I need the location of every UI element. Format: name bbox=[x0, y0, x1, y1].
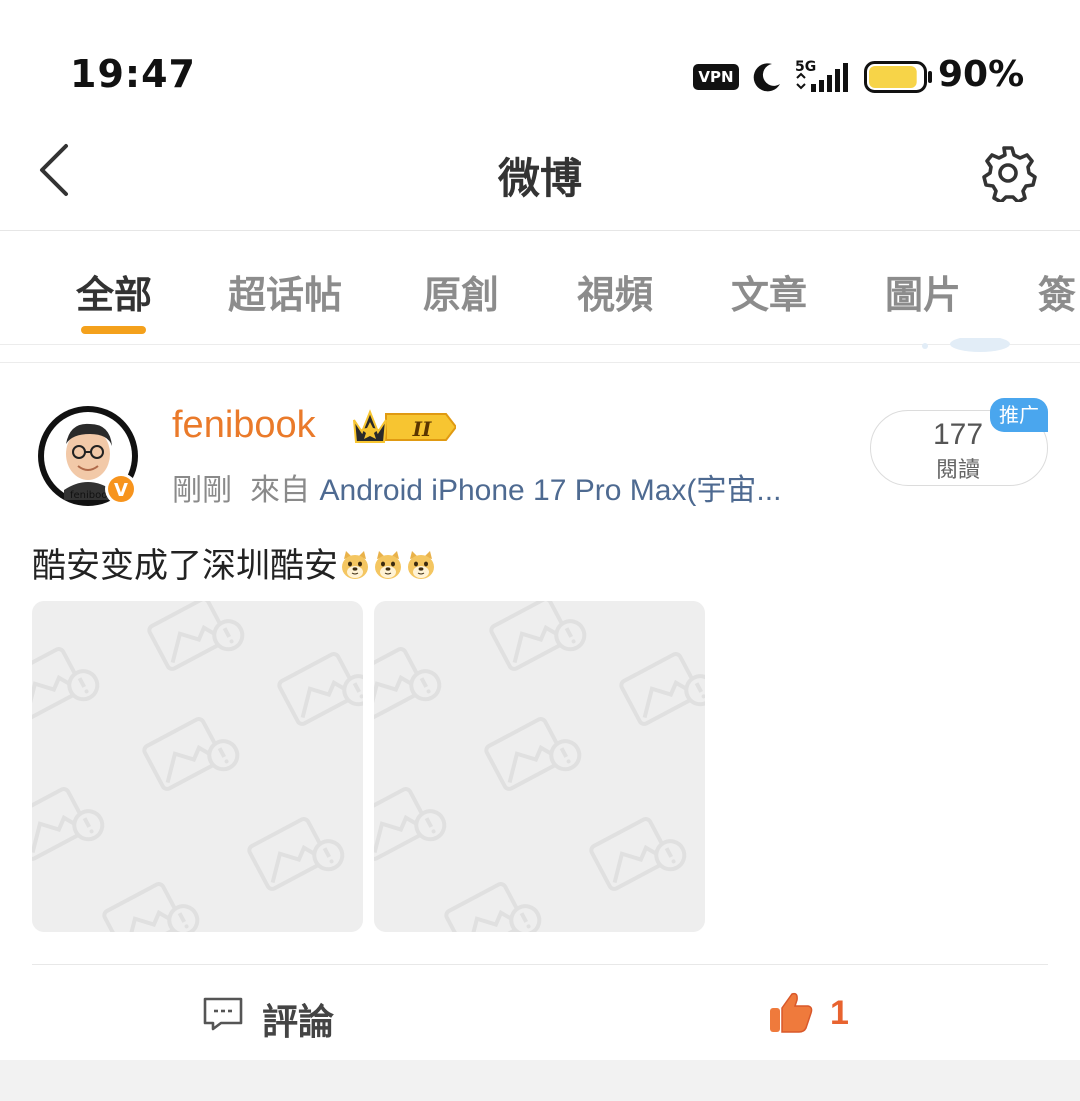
battery-percent: 90% bbox=[938, 54, 1025, 95]
broken-image-icon bbox=[444, 882, 542, 932]
broken-image-icon bbox=[589, 817, 687, 891]
post-meta: 剛剛 來自 Android iPhone 17 Pro Max(宇宙... bbox=[172, 465, 842, 509]
status-time: 19:47 bbox=[70, 52, 196, 96]
from-label: 來自 bbox=[250, 473, 310, 508]
active-tab-indicator bbox=[81, 326, 146, 334]
comment-icon[interactable] bbox=[202, 996, 244, 1032]
cloud-decoration bbox=[922, 338, 1010, 352]
broken-image-icon bbox=[489, 601, 587, 671]
settings-button[interactable] bbox=[978, 142, 1038, 204]
broken-image-icon bbox=[374, 787, 447, 861]
image-placeholder-pattern bbox=[32, 601, 363, 932]
like-count: 1 bbox=[830, 994, 849, 1032]
tab-sign-in[interactable]: 簽 bbox=[1038, 264, 1076, 319]
tab-original[interactable]: 原創 bbox=[423, 264, 499, 319]
tab-super-topic-posts[interactable]: 超话帖 bbox=[228, 264, 342, 319]
broken-image-icon bbox=[484, 717, 582, 791]
read-label: 閱讀 bbox=[935, 458, 980, 483]
verified-badge-text: V bbox=[114, 480, 128, 501]
broken-image-icon bbox=[102, 882, 200, 932]
verified-badge-icon: V bbox=[105, 473, 137, 505]
tab-all[interactable]: 全部 bbox=[76, 264, 152, 319]
crown-member-badge-icon[interactable]: II bbox=[352, 406, 456, 448]
post-text: 酷安变成了深圳酷安 bbox=[32, 538, 437, 587]
post-image-1[interactable] bbox=[32, 601, 363, 932]
actions-divider bbox=[32, 964, 1048, 965]
broken-image-icon bbox=[374, 647, 442, 721]
battery-icon bbox=[864, 61, 932, 93]
doge-emoji-icon bbox=[342, 551, 368, 579]
section-divider bbox=[0, 362, 1080, 363]
broken-image-icon bbox=[619, 652, 705, 726]
broken-image-icon bbox=[142, 717, 240, 791]
avatar[interactable]: fenibook V bbox=[36, 404, 140, 508]
tab-video[interactable]: 視頻 bbox=[577, 264, 653, 319]
broken-image-icon bbox=[32, 647, 100, 721]
image-placeholder-pattern bbox=[374, 601, 705, 932]
vpn-badge: VPN bbox=[693, 64, 739, 90]
tab-article[interactable]: 文章 bbox=[731, 264, 807, 319]
post-image-2[interactable] bbox=[374, 601, 705, 932]
post-time: 剛剛 bbox=[172, 473, 232, 508]
broken-image-icon bbox=[147, 601, 245, 671]
gear-icon bbox=[982, 146, 1037, 204]
broken-image-icon bbox=[32, 787, 105, 861]
post-source[interactable]: Android iPhone 17 Pro Max(宇宙... bbox=[320, 474, 782, 507]
network-type-label: 5G bbox=[795, 59, 816, 75]
post-text-body: 酷安变成了深圳酷安 bbox=[32, 546, 338, 586]
next-post-separator bbox=[0, 1060, 1080, 1101]
moon-icon bbox=[753, 63, 780, 92]
username[interactable]: fenibook bbox=[172, 404, 316, 447]
thumbs-up-icon[interactable] bbox=[768, 990, 814, 1034]
signal-5g-icon: 5G bbox=[795, 58, 853, 94]
doge-emoji-icon bbox=[408, 551, 434, 579]
member-badge-level: II bbox=[412, 417, 432, 441]
header-divider bbox=[0, 230, 1080, 231]
emoji-row bbox=[338, 546, 437, 586]
page-title: 微博 bbox=[497, 154, 582, 203]
broken-image-icon bbox=[247, 817, 345, 891]
tab-pictures[interactable]: 圖片 bbox=[885, 264, 961, 319]
comment-button[interactable]: 評論 bbox=[262, 993, 334, 1045]
doge-emoji-icon bbox=[375, 551, 401, 579]
promo-tag: 推广 bbox=[990, 398, 1048, 432]
broken-image-icon bbox=[277, 652, 363, 726]
